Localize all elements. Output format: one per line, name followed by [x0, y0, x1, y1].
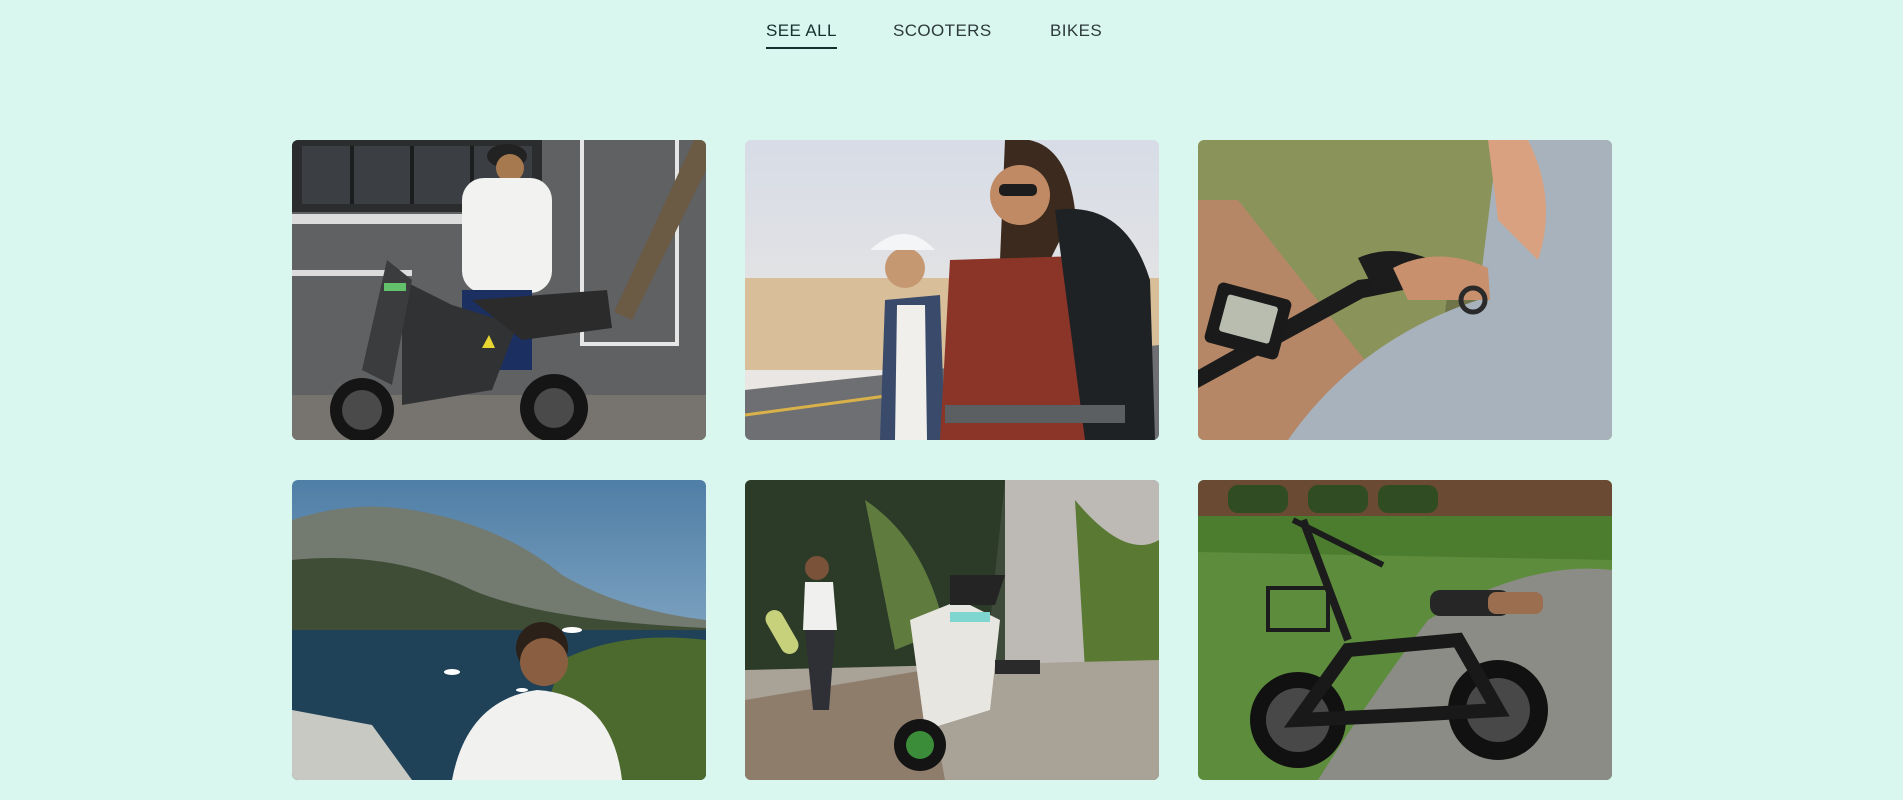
tab-bikes[interactable]: BIKES — [1050, 21, 1102, 47]
tab-scooters[interactable]: SCOOTERS — [893, 21, 992, 47]
tab-see-all[interactable]: SEE ALL — [766, 21, 837, 49]
coastal-view-photo — [292, 480, 706, 780]
gallery-tile-coastal-view[interactable] — [292, 480, 706, 780]
gallery-tile-woman-with-scooter[interactable] — [745, 480, 1159, 780]
ebike-on-lawn-photo — [1198, 480, 1612, 780]
bike-display-photo — [1198, 140, 1612, 440]
man-with-scooter-photo — [292, 140, 706, 440]
hikers-photo — [745, 140, 1159, 440]
category-tabs: SEE ALL SCOOTERS BIKES — [0, 0, 1903, 60]
gallery-tile-ebike-on-lawn[interactable] — [1198, 480, 1612, 780]
gallery-tile-bike-display[interactable] — [1198, 140, 1612, 440]
gallery-tile-hikers[interactable] — [745, 140, 1159, 440]
woman-with-scooter-photo — [745, 480, 1159, 780]
gallery-tile-man-with-scooter[interactable] — [292, 140, 706, 440]
